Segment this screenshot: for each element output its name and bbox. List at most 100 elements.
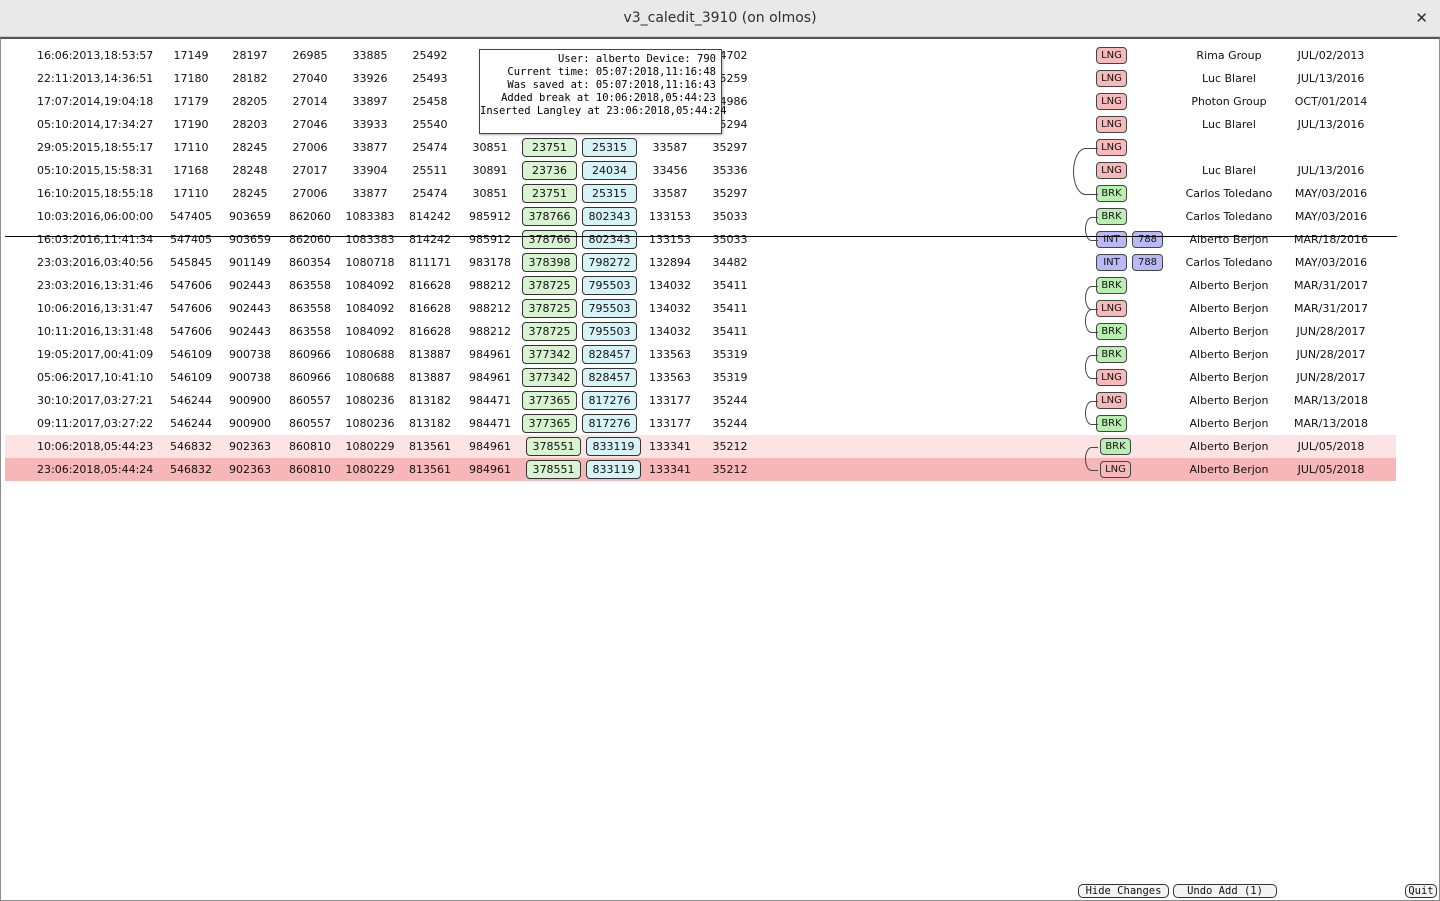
table-row[interactable]: 19:05:2017,00:41:09 546109 900738 860966 108… [1,343,1439,366]
lng-tag[interactable]: LNG [1096,369,1127,386]
lng-tag[interactable]: LNG [1096,93,1127,110]
author-name-cell: Carlos Toledano [1185,187,1273,200]
author-name-cell: Rima Group [1196,49,1262,62]
timestamp-cell: 09:11:2017,03:27:22 [37,417,154,430]
value-cell: 1080236 [345,394,395,407]
value-cell: 985912 [469,210,511,223]
value-cell: 134032 [649,279,691,292]
value-cell: 33587 [652,141,688,154]
value-cell: 902443 [229,302,271,315]
close-icon[interactable]: ✕ [1415,0,1428,36]
int-tag[interactable]: INT [1096,231,1127,248]
value-cell: 988212 [469,279,511,292]
lng-tag[interactable]: LNG [1096,70,1127,87]
link-bracket [1085,355,1098,379]
value-cell: 17168 [173,164,209,177]
lng-tag[interactable]: LNG [1096,139,1127,156]
table-row[interactable]: 10:06:2018,05:44:23 546832 902363 860810 108… [5,435,1396,458]
brk-tag[interactable]: BRK [1096,185,1127,202]
table-row[interactable]: 16:03:2016,11:41:34 547405 903659 862060 108… [1,228,1439,251]
value-cell: 17190 [173,118,209,131]
timestamp-cell: 10:11:2016,13:31:48 [37,325,154,338]
date-cell: MAR/31/2017 [1293,302,1369,315]
brk-tag[interactable]: BRK [1100,438,1131,455]
table-row[interactable]: 10:06:2016,13:31:47 547606 902443 863558 108… [1,297,1439,320]
lng-tag[interactable]: LNG [1096,116,1127,133]
value-cell: 983178 [469,256,511,269]
device-tag[interactable]: 788 [1132,254,1163,271]
green-value-box: 23736 [522,161,577,180]
value-cell: 35033 [712,233,748,246]
lng-tag[interactable]: LNG [1096,392,1127,409]
hide-changes-button[interactable]: Hide Changes [1078,884,1169,898]
undo-add-button[interactable]: Undo Add (1) [1173,884,1277,898]
value-cell: 28197 [232,49,268,62]
value-cell: 901149 [229,256,271,269]
value-cell: 547606 [170,325,212,338]
value-cell: 35411 [712,302,748,315]
value-cell: 860354 [289,256,331,269]
author-name-cell: Alberto Berjon [1189,279,1269,292]
timestamp-cell: 22:11:2013,14:36:51 [37,72,154,85]
table-row[interactable]: 05:06:2017,10:41:10 546109 900738 860966 108… [1,366,1439,389]
lng-tag[interactable]: LNG [1100,461,1131,478]
value-cell: 1080688 [345,371,395,384]
value-cell: 862060 [289,233,331,246]
date-cell: MAR/18/2016 [1293,233,1369,246]
green-value-box: 378551 [526,437,581,456]
timestamp-cell: 17:07:2014,19:04:18 [37,95,154,108]
lng-tag[interactable]: LNG [1096,300,1127,317]
brk-tag[interactable]: BRK [1096,208,1127,225]
lng-tag[interactable]: LNG [1096,162,1127,179]
tooltip-current-time-line: Current time: 05:07:2018,11:16:48 [507,66,716,78]
value-cell: 26985 [292,49,328,62]
author-name-cell: Alberto Berjon [1189,463,1269,476]
value-cell: 1080236 [345,417,395,430]
blue-value-box: 817276 [582,391,637,410]
value-cell: 27006 [292,187,328,200]
value-cell: 33926 [352,72,388,85]
link-bracket [1085,447,1098,471]
value-cell: 28203 [232,118,268,131]
table-row[interactable]: 09:11:2017,03:27:22 546244 900900 860557 108… [1,412,1439,435]
value-cell: 28205 [232,95,268,108]
blue-value-box: 817276 [582,414,637,433]
value-cell: 25474 [412,187,448,200]
author-name-cell: Carlos Toledano [1185,256,1273,269]
brk-tag[interactable]: BRK [1096,346,1127,363]
value-cell: 860557 [289,394,331,407]
int-tag[interactable]: INT [1096,254,1127,271]
brk-tag[interactable]: BRK [1096,277,1127,294]
lng-tag[interactable]: LNG [1096,47,1127,64]
table-row[interactable]: 23:03:2016,13:31:46 547606 902443 863558 108… [1,274,1439,297]
date-cell: JUL/13/2016 [1297,164,1365,177]
quit-button[interactable]: Quit [1405,884,1437,898]
value-cell: 35411 [712,325,748,338]
table-row[interactable]: 30:10:2017,03:27:21 546244 900900 860557 108… [1,389,1439,412]
table-row[interactable]: 23:03:2016,03:40:56 545845 901149 860354 108… [1,251,1439,274]
value-cell: 17110 [173,141,209,154]
value-cell: 35212 [712,463,748,476]
brk-tag[interactable]: BRK [1096,323,1127,340]
value-cell: 25458 [412,95,448,108]
table-row[interactable]: 23:06:2018,05:44:24 546832 902363 860810 108… [5,458,1396,481]
blue-value-box: 802343 [582,230,637,249]
device-tag[interactable]: 788 [1132,231,1163,248]
timestamp-cell: 05:10:2014,17:34:27 [37,118,154,131]
timestamp-cell: 10:03:2016,06:00:00 [37,210,154,223]
table-row[interactable]: 05:10:2015,15:58:31 17168 28248 27017 33904 2… [1,159,1439,182]
green-value-box: 378725 [522,276,577,295]
table-row[interactable]: 16:10:2015,18:55:18 17110 28245 27006 33877 2… [1,182,1439,205]
date-cell: JUN/28/2017 [1296,325,1366,338]
author-name-cell: Luc Blarel [1202,164,1256,177]
table-row[interactable]: 10:03:2016,06:00:00 547405 903659 862060 108… [1,205,1439,228]
value-cell: 35297 [712,141,748,154]
table-row[interactable]: 29:05:2015,18:55:17 17110 28245 27006 33877 2… [1,136,1439,159]
value-cell: 988212 [469,325,511,338]
brk-tag[interactable]: BRK [1096,415,1127,432]
value-cell: 35212 [712,440,748,453]
value-cell: 35244 [712,417,748,430]
table-row[interactable]: 10:11:2016,13:31:48 547606 902443 863558 108… [1,320,1439,343]
blue-value-box: 828457 [582,345,637,364]
value-cell: 903659 [229,233,271,246]
